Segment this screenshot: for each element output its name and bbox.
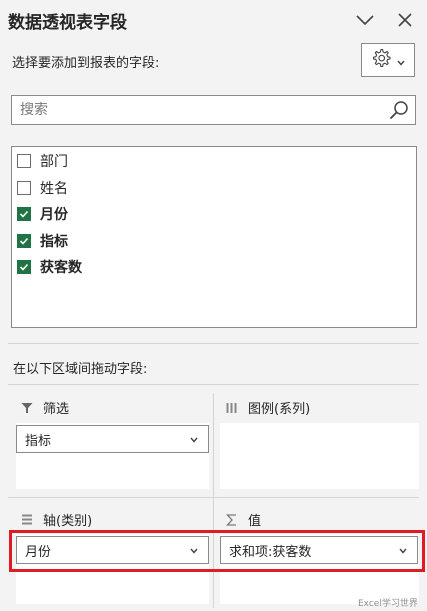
- watermark: Excel学习世界: [358, 599, 418, 609]
- filters-drop-zone[interactable]: 指标: [16, 423, 209, 489]
- checkbox-checked[interactable]: [17, 234, 31, 248]
- field-label: 姓名: [40, 181, 68, 197]
- areas-prompt: 在以下区域间拖动字段:: [13, 362, 148, 377]
- filters-field-pill[interactable]: 指标: [16, 425, 209, 453]
- checkmark-icon: [19, 263, 29, 271]
- rows-icon: [19, 512, 35, 528]
- checkbox[interactable]: [17, 181, 31, 195]
- field-item-customers[interactable]: 获客数: [17, 257, 82, 277]
- checkmark-icon: [19, 210, 29, 218]
- values-area-label: 值: [248, 514, 262, 529]
- field-list-subtitle: 选择要添加到报表的字段:: [12, 56, 160, 71]
- tools-button[interactable]: [361, 43, 415, 77]
- sigma-icon: [224, 512, 240, 528]
- field-item-department[interactable]: 部门: [17, 151, 68, 171]
- values-area-header: 值: [224, 510, 261, 529]
- field-item-name[interactable]: 姓名: [17, 178, 68, 198]
- columns-area-label: 图例(系列): [248, 402, 311, 417]
- columns-area-header: 图例(系列): [224, 398, 310, 417]
- chevron-down-icon[interactable]: [353, 8, 377, 32]
- divider: [8, 384, 419, 385]
- filter-icon: [19, 400, 35, 416]
- divider: [8, 343, 419, 344]
- checkmark-icon: [19, 237, 29, 245]
- filters-area-label: 筛选: [43, 402, 70, 417]
- divider: [213, 393, 214, 608]
- field-list: 部门 姓名 月份 指标 获客数: [11, 146, 417, 328]
- rows-area-label: 轴(类别): [43, 514, 93, 529]
- search-box[interactable]: [11, 95, 416, 125]
- field-item-month[interactable]: 月份: [17, 204, 68, 224]
- columns-drop-zone[interactable]: [220, 423, 419, 489]
- field-label: 获客数: [40, 260, 82, 276]
- highlight-annotation: [9, 530, 425, 572]
- chevron-down-icon[interactable]: [190, 432, 198, 447]
- checkbox-checked[interactable]: [17, 207, 31, 221]
- rows-area-header: 轴(类别): [19, 510, 92, 529]
- field-label: 月份: [40, 207, 68, 223]
- close-icon[interactable]: [393, 8, 417, 32]
- field-item-metric[interactable]: 指标: [17, 231, 68, 251]
- field-label: 部门: [40, 154, 68, 170]
- checkbox-checked[interactable]: [17, 260, 31, 274]
- checkbox[interactable]: [17, 154, 31, 168]
- columns-icon: [224, 400, 240, 416]
- search-input[interactable]: [12, 96, 390, 124]
- chevron-down-icon: [397, 51, 405, 70]
- pill-label: 指标: [25, 433, 52, 449]
- filters-area-header: 筛选: [19, 398, 69, 417]
- panel-title: 数据透视表字段: [8, 13, 127, 33]
- search-icon[interactable]: [388, 99, 410, 125]
- gear-icon: [371, 48, 391, 72]
- field-label: 指标: [40, 234, 68, 250]
